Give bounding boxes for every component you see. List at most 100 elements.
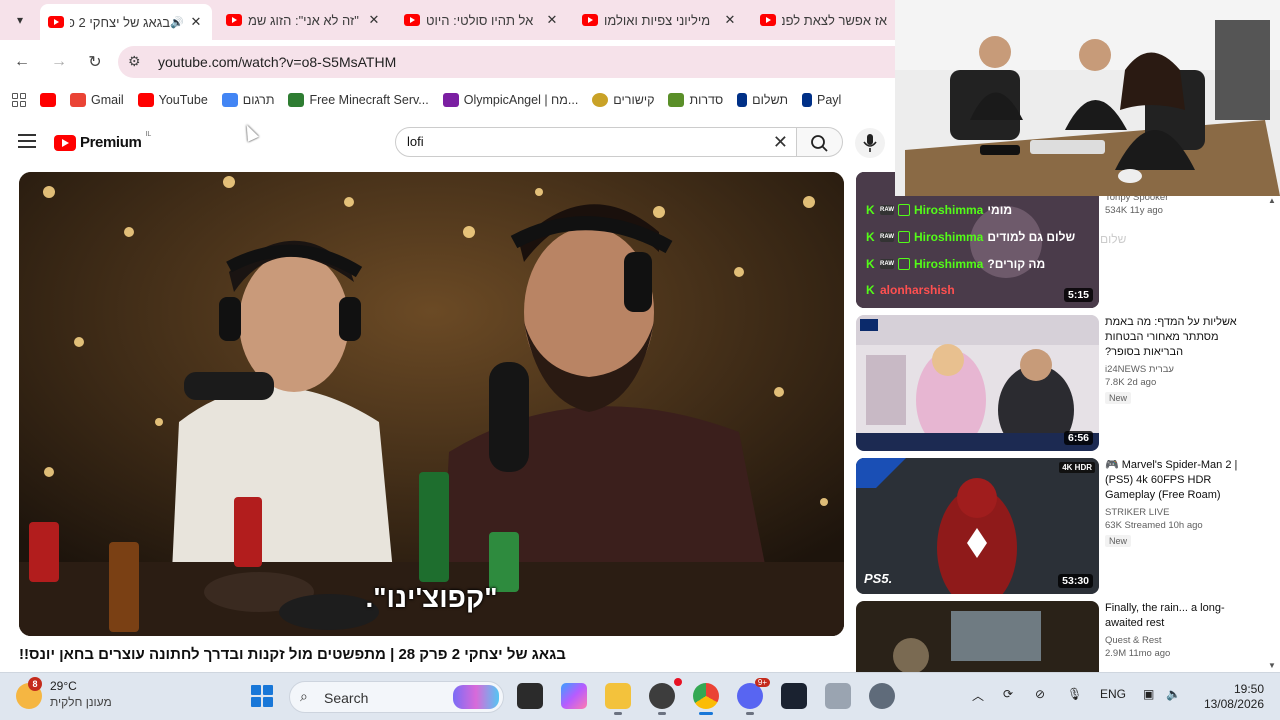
volume-icon[interactable]: 🔈 <box>1166 687 1181 701</box>
taskbar-search[interactable]: ⌕ Search <box>289 681 504 713</box>
show-hidden-icons-icon[interactable]: ︿ <box>972 687 984 704</box>
back-arrow-icon[interactable]: ← <box>10 50 34 74</box>
youtube-icon <box>40 93 56 107</box>
close-tab-icon[interactable]: ✕ <box>544 12 560 28</box>
speaker-icon[interactable]: 🔊 <box>170 16 184 29</box>
weather-widget[interactable]: 8 29°C מעונן חלקית <box>16 677 112 709</box>
teamviewer-icon[interactable] <box>781 683 807 709</box>
virtual-machine-icon[interactable] <box>825 683 851 709</box>
site-info-icon[interactable]: ⚙ <box>128 53 141 70</box>
new-badge: New <box>1105 392 1132 404</box>
bookmark-label: YouTube <box>158 93 208 107</box>
clock[interactable]: 19:50 13/08/2026 <box>1200 682 1264 712</box>
url-text[interactable]: youtube.com/watch?v=o8-S5MsATHM <box>158 54 396 70</box>
scroll-up-icon[interactable]: ▲ <box>1268 196 1276 205</box>
video-player[interactable]: "קפוצ'ינו". <box>19 172 844 636</box>
youtube-favicon-icon <box>760 14 776 26</box>
apps-grid-icon[interactable] <box>12 93 26 107</box>
video-title[interactable]: 🎮 Marvel's Spider-Man 2 | (PS5) 4k 60FPS… <box>1105 458 1255 503</box>
video-subtitle: "קפוצ'ינו". <box>365 582 498 613</box>
video-duration: 5:15 <box>1063 288 1093 302</box>
search-box: ✕ <box>395 127 797 157</box>
paypal-icon <box>802 93 812 107</box>
video-frame <box>19 172 844 636</box>
youtube-favicon-icon <box>226 14 242 26</box>
bookmark-gmail[interactable]: Gmail <box>70 93 124 107</box>
video-thumbnail[interactable]: 4K HDR PS5. 53:30 <box>856 458 1099 594</box>
tab-active[interactable]: בגאג של יצחקי 2 פרק 🔊 ✕ <box>40 4 212 40</box>
channel-name[interactable]: Quest & Rest <box>1105 635 1255 646</box>
bookmark-links[interactable]: קישורים <box>592 93 654 107</box>
olympicangel-icon <box>442 93 459 107</box>
video-title[interactable]: Finally, the rain... a long-awaited rest <box>1105 601 1255 631</box>
search-highlight-icon <box>453 685 499 709</box>
screen: ▾ בגאג של יצחקי 2 פרק 🔊 ✕ "זה לא אני": ה… <box>0 0 1280 720</box>
chat-line: Kalonharshish <box>866 283 955 297</box>
tab[interactable]: "זה לא אני": הזוג שמ ✕ <box>218 6 390 34</box>
bookmark-olympicangel[interactable]: OlympicAngel | מח... <box>442 93 579 107</box>
bookmark-youtube-icon-only[interactable] <box>40 93 56 107</box>
video-title[interactable]: אשליות על המדף: מה באמת מסתתר מאחורי הבט… <box>1105 315 1255 360</box>
reload-icon[interactable]: ↻ <box>83 50 107 74</box>
no-network-icon[interactable]: ⊘ <box>1035 687 1045 701</box>
paypal-icon <box>737 93 748 107</box>
bookmark-youtube[interactable]: YouTube <box>137 93 208 107</box>
thumbnail-image <box>856 601 1099 672</box>
youtube-premium-logo[interactable]: Premium IL <box>54 131 151 151</box>
tab-title: בגאג של יצחקי 2 פרק <box>70 14 170 30</box>
recommendation-info[interactable]: אשליות על המדף: מה באמת מסתתר מאחורי הבט… <box>1105 315 1255 406</box>
ps5-logo: PS5. <box>864 571 893 586</box>
bookmark-label: סדרות <box>689 93 724 107</box>
youtube-favicon-icon <box>582 14 598 26</box>
address-bar-row: ← → ↻ ⚙ youtube.com/watch?v=o8-S5MsATHM <box>0 40 918 84</box>
bookmark-label: Free Minecraft Serv... <box>309 93 429 107</box>
forward-arrow-icon[interactable]: → <box>47 50 71 74</box>
obs-icon[interactable] <box>649 678 682 715</box>
youtube-icon <box>137 93 154 107</box>
bookmark-series[interactable]: סדרות <box>668 93 723 107</box>
close-tab-icon[interactable]: ✕ <box>188 14 204 30</box>
address-bar[interactable]: ⚙ youtube.com/watch?v=o8-S5MsATHM <box>118 46 918 78</box>
chrome-icon[interactable] <box>693 683 719 715</box>
video-duration: 53:30 <box>1058 574 1093 588</box>
tab-search-menu[interactable]: ▾ <box>8 8 32 32</box>
channel-name[interactable]: STRIKER LIVE <box>1105 507 1255 518</box>
menu-icon[interactable] <box>18 134 36 148</box>
close-tab-icon[interactable]: ✕ <box>366 12 382 28</box>
tab[interactable]: אל תהיו סולטי: היוט ✕ <box>396 6 568 34</box>
bookmark-minecraft[interactable]: Free Minecraft Serv... <box>288 93 429 107</box>
sidebar-scrollbar[interactable]: ▲ ▼ <box>1267 196 1277 670</box>
bookmark-label: קישורים <box>613 93 655 107</box>
copilot-icon[interactable] <box>561 683 587 709</box>
task-view-icon[interactable] <box>517 683 543 709</box>
start-button[interactable] <box>251 685 273 707</box>
channel-name[interactable]: i24NEWS עברית <box>1105 364 1255 375</box>
tab[interactable]: מיליוני צפיות ואולמו ✕ <box>574 6 746 34</box>
recommendation-info[interactable]: 🎮 Marvel's Spider-Man 2 | (PS5) 4k 60FPS… <box>1105 458 1255 549</box>
bookmark-label: תרגום <box>242 93 275 107</box>
tab-title: מיליוני צפיות ואולמו <box>604 12 711 28</box>
video-thumbnail[interactable] <box>856 601 1099 672</box>
chat-overflow-text: שלום <box>1100 232 1127 246</box>
file-explorer-icon[interactable] <box>605 683 631 715</box>
tab[interactable]: אז אפשר לצאת לפנ <box>752 6 895 34</box>
bookmark-label: OlympicAngel | מח... <box>463 93 579 107</box>
discord-icon[interactable]: 9+ <box>737 678 770 715</box>
bookmark-paypal[interactable]: Payl <box>802 93 841 107</box>
settings-gear-icon[interactable] <box>869 683 895 709</box>
scroll-down-icon[interactable]: ▼ <box>1268 661 1276 670</box>
sync-icon[interactable]: ⟳ <box>1003 687 1013 701</box>
language-indicator[interactable]: ENG <box>1100 687 1126 701</box>
recommendation-info[interactable]: Finally, the rain... a long-awaited rest… <box>1105 601 1255 659</box>
clear-search-icon[interactable]: ✕ <box>773 132 788 153</box>
bookmark-translate[interactable]: תרגום <box>221 93 275 107</box>
video-thumbnail[interactable]: 6:56 <box>856 315 1099 451</box>
search-input[interactable] <box>407 134 767 149</box>
microphone-icon[interactable]: 🎙 <box>1067 687 1082 701</box>
bookmark-payment[interactable]: תשלום <box>737 93 788 107</box>
voice-search-button[interactable] <box>855 128 885 158</box>
microphone-icon <box>863 134 877 152</box>
close-tab-icon[interactable]: ✕ <box>722 12 738 28</box>
search-button[interactable] <box>797 127 843 157</box>
network-icon[interactable]: ▣ <box>1143 687 1154 701</box>
